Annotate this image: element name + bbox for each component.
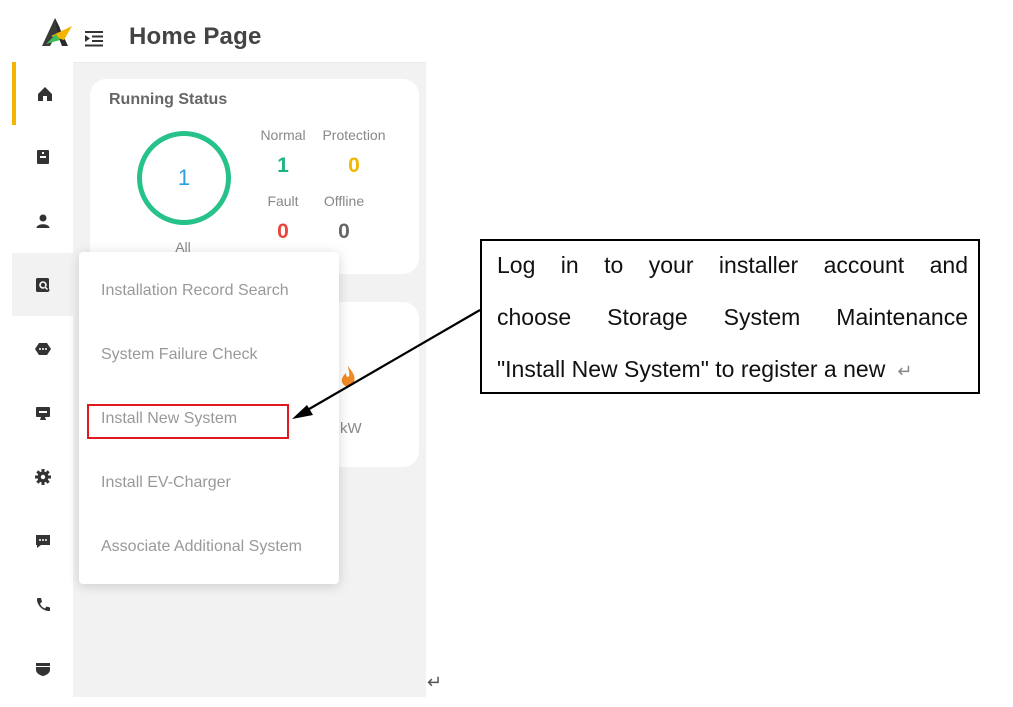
storage-icon: [36, 149, 49, 164]
instruction-callout: Log in to your installer account and cho…: [480, 239, 980, 394]
normal-label: Normal: [260, 127, 306, 143]
callout-line-3: "Install New System" to register a new ↵: [497, 356, 968, 383]
offline-label: Offline: [323, 193, 365, 209]
sidebar-item-monitor[interactable]: [12, 381, 73, 444]
menu-toggle-icon[interactable]: [83, 27, 105, 49]
message-icon: [35, 534, 50, 548]
home-icon: [37, 86, 52, 101]
sidebar-item-device[interactable]: [12, 317, 73, 380]
protection-count: 0: [348, 154, 360, 177]
normal-count: 1: [277, 154, 289, 177]
menu-item-associate-additional-system[interactable]: Associate Additional System: [101, 538, 302, 556]
flame-icon: [341, 366, 355, 387]
phone-icon: [36, 597, 50, 611]
callout-line-2: choose Storage System Maintenance: [497, 304, 968, 330]
return-mark-icon: ↵: [897, 361, 913, 381]
sidebar-item-messages[interactable]: [12, 509, 73, 572]
highlight-box: [87, 404, 289, 439]
shield-icon: [35, 662, 50, 676]
fault-count: 0: [277, 220, 289, 243]
callout-line-3-text: "Install New System" to register a new: [497, 356, 886, 382]
menu-item-system-failure-check[interactable]: System Failure Check: [101, 346, 258, 364]
total-system-count: 1: [177, 165, 191, 190]
sidebar-item-warranty[interactable]: [12, 637, 73, 697]
sidebar-item-home[interactable]: [12, 62, 73, 125]
sidebar-item-maintenance[interactable]: [12, 253, 73, 316]
top-bar: Home Page: [12, 0, 426, 63]
fault-label: Fault: [267, 193, 299, 209]
monitor-icon: [35, 406, 50, 420]
sidebar-item-contact[interactable]: [12, 573, 73, 636]
menu-item-install-ev-charger[interactable]: Install EV-Charger: [101, 474, 231, 492]
status-ring: 1: [137, 131, 231, 225]
text-cursor-return-mark: ↵: [427, 672, 443, 692]
running-status-title: Running Status: [109, 91, 228, 108]
device-icon: [34, 342, 51, 355]
callout-line-1: Log in to your installer account and: [497, 252, 968, 278]
running-status-card: Running Status 1 All Normal 1 Protection…: [90, 79, 419, 274]
power-unit-label: kW: [340, 420, 362, 437]
menu-item-installation-record-search[interactable]: Installation Record Search: [101, 282, 289, 300]
logo: [42, 18, 72, 46]
maintenance-search-icon: [35, 277, 50, 292]
gear-icon: [34, 468, 51, 485]
sidebar-item-storage[interactable]: [12, 125, 73, 188]
page-title: Home Page: [129, 23, 262, 50]
sidebar-item-user[interactable]: [12, 189, 73, 252]
user-icon: [36, 214, 49, 228]
protection-label: Protection: [322, 127, 386, 143]
sidebar-item-settings[interactable]: [12, 445, 73, 508]
offline-count: 0: [338, 220, 350, 243]
sidebar: [12, 62, 73, 697]
